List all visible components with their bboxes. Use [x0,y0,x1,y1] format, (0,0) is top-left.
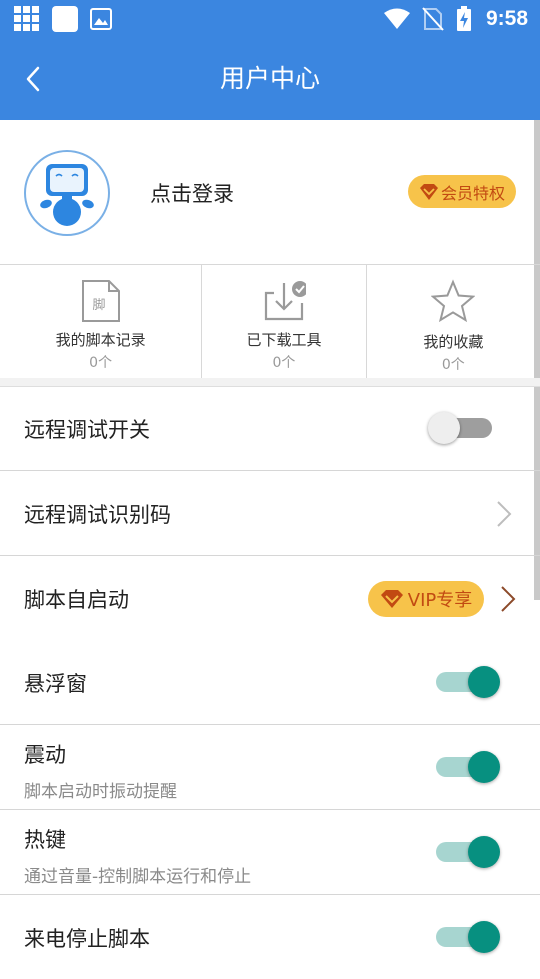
page-title: 用户中心 [219,64,320,93]
wifi-icon [383,8,410,29]
setting-stop-on-call[interactable]: 来电停止脚本 [0,895,540,979]
setting-vibration[interactable]: 震动 脚本启动时振动提醒 [0,725,540,810]
setting-title: 震动 [24,743,66,767]
vip-exclusive-label: VIP专享 [407,590,473,611]
stat-label: 我的脚本记录 [55,331,146,349]
vip-exclusive-badge[interactable]: VIP专享 [368,581,484,617]
setting-title: 悬浮窗 [24,672,87,696]
setting-script-autostart[interactable]: 脚本自启动 VIP专享 [0,556,540,640]
stat-favorites[interactable]: 我的收藏 0个 [365,265,540,379]
hotkey-toggle[interactable] [434,836,502,868]
script-file-icon: 脚 [81,280,120,322]
stat-script-records[interactable]: 脚 我的脚本记录 0个 [0,265,201,379]
chevron-right-icon [497,501,512,527]
stat-label: 已下载工具 [246,331,322,349]
stat-count: 0个 [272,355,296,371]
remote-debug-toggle[interactable] [428,412,494,444]
setting-remote-debug-switch[interactable]: 远程调试开关 [0,386,540,471]
setting-hotkey[interactable]: 热键 通过音量-控制脚本运行和停止 [0,810,540,895]
vip-badge-label: 会员特权 [440,183,505,203]
setting-title: 脚本自启动 [24,588,129,612]
setting-subtitle: 脚本启动时振动提醒 [24,782,177,802]
app-bar: 用户中心 [0,38,540,120]
diamond-heart-icon [419,183,438,200]
vip-privilege-button[interactable]: 会员特权 [408,175,516,208]
no-sim-icon [422,7,444,31]
stats-bar: 脚 我的脚本记录 0个 已下载工具 0个 我的收藏 0个 [0,264,540,380]
blank-square-icon [52,6,78,32]
floating-window-toggle[interactable] [434,666,502,698]
profile-section: 点击登录 会员特权 [0,120,540,264]
setting-title: 来电停止脚本 [24,927,150,951]
star-icon [431,279,476,323]
diamond-heart-icon [380,590,403,608]
chevron-right-icon [501,586,516,612]
stat-downloaded-tools[interactable]: 已下载工具 0个 [201,265,365,379]
setting-subtitle: 通过音量-控制脚本运行和停止 [24,867,252,887]
stat-label: 我的收藏 [423,333,484,351]
status-time: 9:58 [485,7,528,30]
avatar[interactable] [24,150,110,236]
script-file-icon-text: 脚 [92,297,105,313]
setting-title: 远程调试识别码 [24,503,171,527]
setting-floating-window[interactable]: 悬浮窗 [0,640,540,725]
setting-title: 热键 [24,828,66,852]
setting-remote-debug-code[interactable]: 远程调试识别码 [0,471,540,556]
stat-count: 0个 [89,355,113,371]
stop-on-call-toggle[interactable] [434,921,502,953]
vibration-toggle[interactable] [434,751,502,783]
download-check-icon [264,281,306,321]
battery-charging-icon [456,6,471,31]
robot-avatar-icon [40,164,94,226]
status-bar: 9:58 [0,0,540,38]
login-link[interactable]: 点击登录 [150,178,234,208]
grid-app-icon [14,6,39,31]
back-button[interactable] [20,62,50,96]
setting-title: 远程调试开关 [24,418,150,442]
image-icon [90,8,112,30]
stat-count: 0个 [441,357,465,373]
